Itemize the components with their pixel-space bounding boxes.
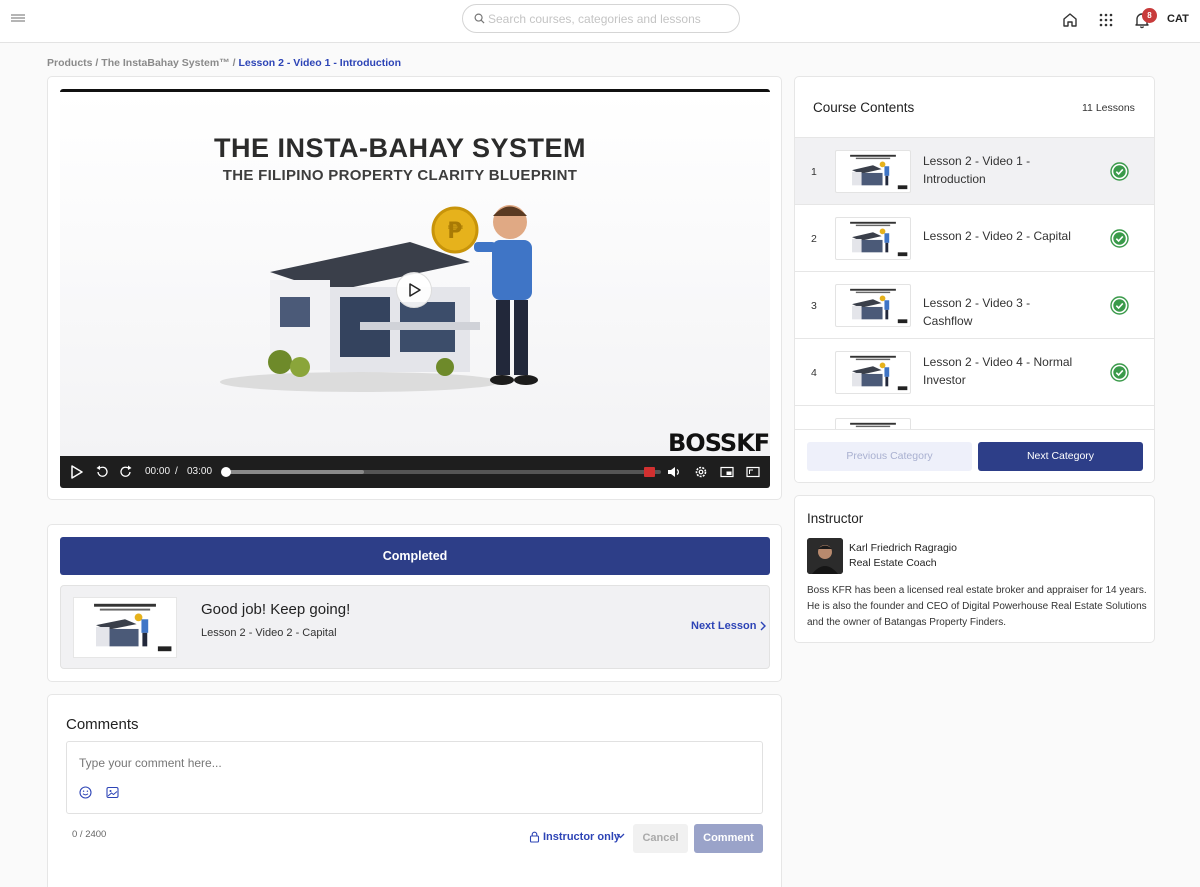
lesson-item[interactable]: 4 Lesson 2 - Video 4 - Normal Investor — [795, 339, 1154, 406]
volume-icon[interactable] — [667, 465, 681, 479]
check-circle-icon — [1110, 229, 1129, 248]
breadcrumb-products[interactable]: Products — [47, 57, 93, 69]
apps-grid-icon[interactable] — [1097, 11, 1115, 29]
chevron-right-icon — [760, 621, 766, 631]
progress-bar[interactable] — [221, 467, 661, 477]
character-count: 0 / 2400 — [72, 829, 107, 840]
completed-button[interactable]: Completed — [60, 537, 770, 575]
instructor-card: Instructor Karl Friedrich Ragragio Real … — [794, 495, 1155, 643]
check-circle-icon — [1110, 363, 1129, 382]
lesson-list: 1 Lesson 2 - Video 1 - Introduction 2 Lesso… — [795, 138, 1154, 429]
comment-input[interactable]: Type your comment here... — [66, 741, 763, 814]
lesson-title: Lesson 2 - Video 1 - Introduction — [923, 154, 1031, 186]
check-circle-icon — [1110, 296, 1129, 315]
category-navigation: Previous Category Next Category — [795, 429, 1154, 482]
forward-icon[interactable] — [119, 465, 133, 479]
video-player[interactable]: THE INSTA-BAHAY SYSTEM THE FILIPINO PROP… — [60, 89, 770, 488]
lesson-number: 1 — [811, 166, 817, 178]
next-category-button[interactable]: Next Category — [978, 442, 1143, 471]
lock-icon — [529, 831, 540, 843]
instructor-role: Real Estate Coach — [849, 557, 937, 569]
time-separator: / — [175, 466, 178, 477]
image-icon[interactable] — [106, 786, 119, 799]
fullscreen-icon[interactable] — [746, 465, 760, 479]
buffered-bar — [224, 470, 364, 474]
next-lesson-title: Lesson 2 - Video 2 - Capital — [201, 627, 337, 639]
current-time: 00:00 — [145, 466, 171, 477]
watermark-logo: BOSSKFR — [668, 429, 770, 457]
lesson-thumbnail — [835, 150, 911, 193]
user-menu[interactable]: CAT — [1167, 13, 1189, 25]
lesson-title: Lesson 2 - Video 2 - Capital — [923, 229, 1071, 243]
previous-category-button[interactable]: Previous Category — [807, 442, 972, 471]
instructor-avatar — [807, 538, 843, 574]
next-lesson-panel: Good job! Keep going! Lesson 2 - Video 2… — [60, 585, 770, 669]
poster-subtitle: THE FILIPINO PROPERTY CLARITY BLUEPRINT — [222, 167, 578, 184]
chevron-down-icon — [616, 833, 625, 839]
lesson-count: 11 Lessons — [1082, 102, 1135, 114]
lesson-title: Lesson 2 - Video 4 - Normal Investor — [923, 355, 1073, 387]
duration: 03:00 — [187, 466, 213, 477]
lesson-item[interactable]: 2 Lesson 2 - Video 2 - Capital — [795, 205, 1154, 272]
svg-text:₱: ₱ — [447, 219, 463, 244]
breadcrumb-current: Lesson 2 - Video 1 - Introduction — [238, 57, 402, 69]
progress-handle[interactable] — [221, 467, 231, 477]
breadcrumb-separator: / — [92, 57, 102, 69]
course-contents-header: Course Contents 11 Lessons — [795, 77, 1154, 138]
lesson-thumbnail — [835, 351, 911, 394]
chapter-marker — [644, 467, 655, 477]
comments-title: Comments — [66, 716, 139, 733]
lesson-thumbnail — [835, 418, 911, 429]
lesson-number: 2 — [811, 233, 817, 245]
next-lesson-thumbnail — [73, 597, 177, 658]
video-card: THE INSTA-BAHAY SYSTEM THE FILIPINO PROP… — [47, 76, 782, 500]
visibility-label: Instructor only — [543, 831, 621, 843]
check-circle-icon — [1110, 162, 1129, 181]
lesson-thumbnail — [835, 217, 911, 260]
top-bar: Search courses, categories and lessons 8… — [0, 0, 1200, 43]
breadcrumb: Products / The InstaBahay System™ / Less… — [47, 57, 401, 69]
comments-card: Comments Type your comment here... 0 / 2… — [47, 694, 782, 887]
pip-icon[interactable] — [720, 465, 734, 479]
logo[interactable] — [11, 14, 25, 22]
settings-icon[interactable] — [694, 465, 708, 479]
lesson-number: 4 — [811, 367, 817, 379]
comment-submit-button[interactable]: Comment — [694, 824, 763, 853]
cancel-button[interactable]: Cancel — [633, 824, 688, 853]
home-icon[interactable] — [1061, 11, 1079, 29]
comment-placeholder: Type your comment here... — [79, 756, 222, 770]
poster-title: THE INSTA-BAHAY SYSTEM — [213, 133, 587, 163]
search-placeholder: Search courses, categories and lessons — [488, 12, 701, 26]
course-contents-card: Course Contents 11 Lessons 1 Lesson 2 - V… — [794, 76, 1155, 483]
course-contents-title: Course Contents — [813, 100, 915, 115]
breadcrumb-course[interactable]: The InstaBahay System™ — [101, 57, 229, 69]
video-poster: THE INSTA-BAHAY SYSTEM THE FILIPINO PROP… — [60, 92, 770, 457]
lesson-item[interactable]: 1 Lesson 2 - Video 1 - Introduction — [795, 138, 1154, 205]
completion-card: Completed Good job! Keep going! Lesson 2… — [47, 524, 782, 682]
play-icon[interactable] — [70, 465, 84, 479]
instructor-name: Karl Friedrich Ragragio — [849, 542, 957, 554]
instructor-title: Instructor — [807, 511, 864, 526]
next-lesson-label: Next Lesson — [691, 620, 757, 632]
search-input[interactable]: Search courses, categories and lessons — [462, 4, 740, 33]
encouragement-message: Good job! Keep going! — [201, 601, 351, 618]
instructor-bio: Boss KFR has been a licensed real estate… — [807, 585, 1147, 628]
play-icon — [409, 283, 421, 297]
video-controls: 00:00 / 03:00 — [60, 456, 770, 488]
lesson-title: Lesson 2 - Video 3 - Cashflow — [923, 296, 1031, 328]
lesson-item[interactable]: 3 Lesson 2 - Video 3 - Cashflow — [795, 272, 1154, 339]
rewind-icon[interactable] — [95, 465, 109, 479]
search-icon — [474, 13, 485, 24]
emoji-icon[interactable] — [79, 786, 92, 799]
next-lesson-link[interactable]: Next Lesson — [691, 620, 766, 632]
lesson-thumbnail — [835, 284, 911, 327]
play-overlay-button[interactable] — [396, 272, 432, 308]
notification-badge: 8 — [1142, 8, 1157, 23]
lesson-item[interactable]: 5Lesson 2 - Video 5 - Strategic — [795, 406, 1154, 429]
lesson-number: 3 — [811, 300, 817, 312]
